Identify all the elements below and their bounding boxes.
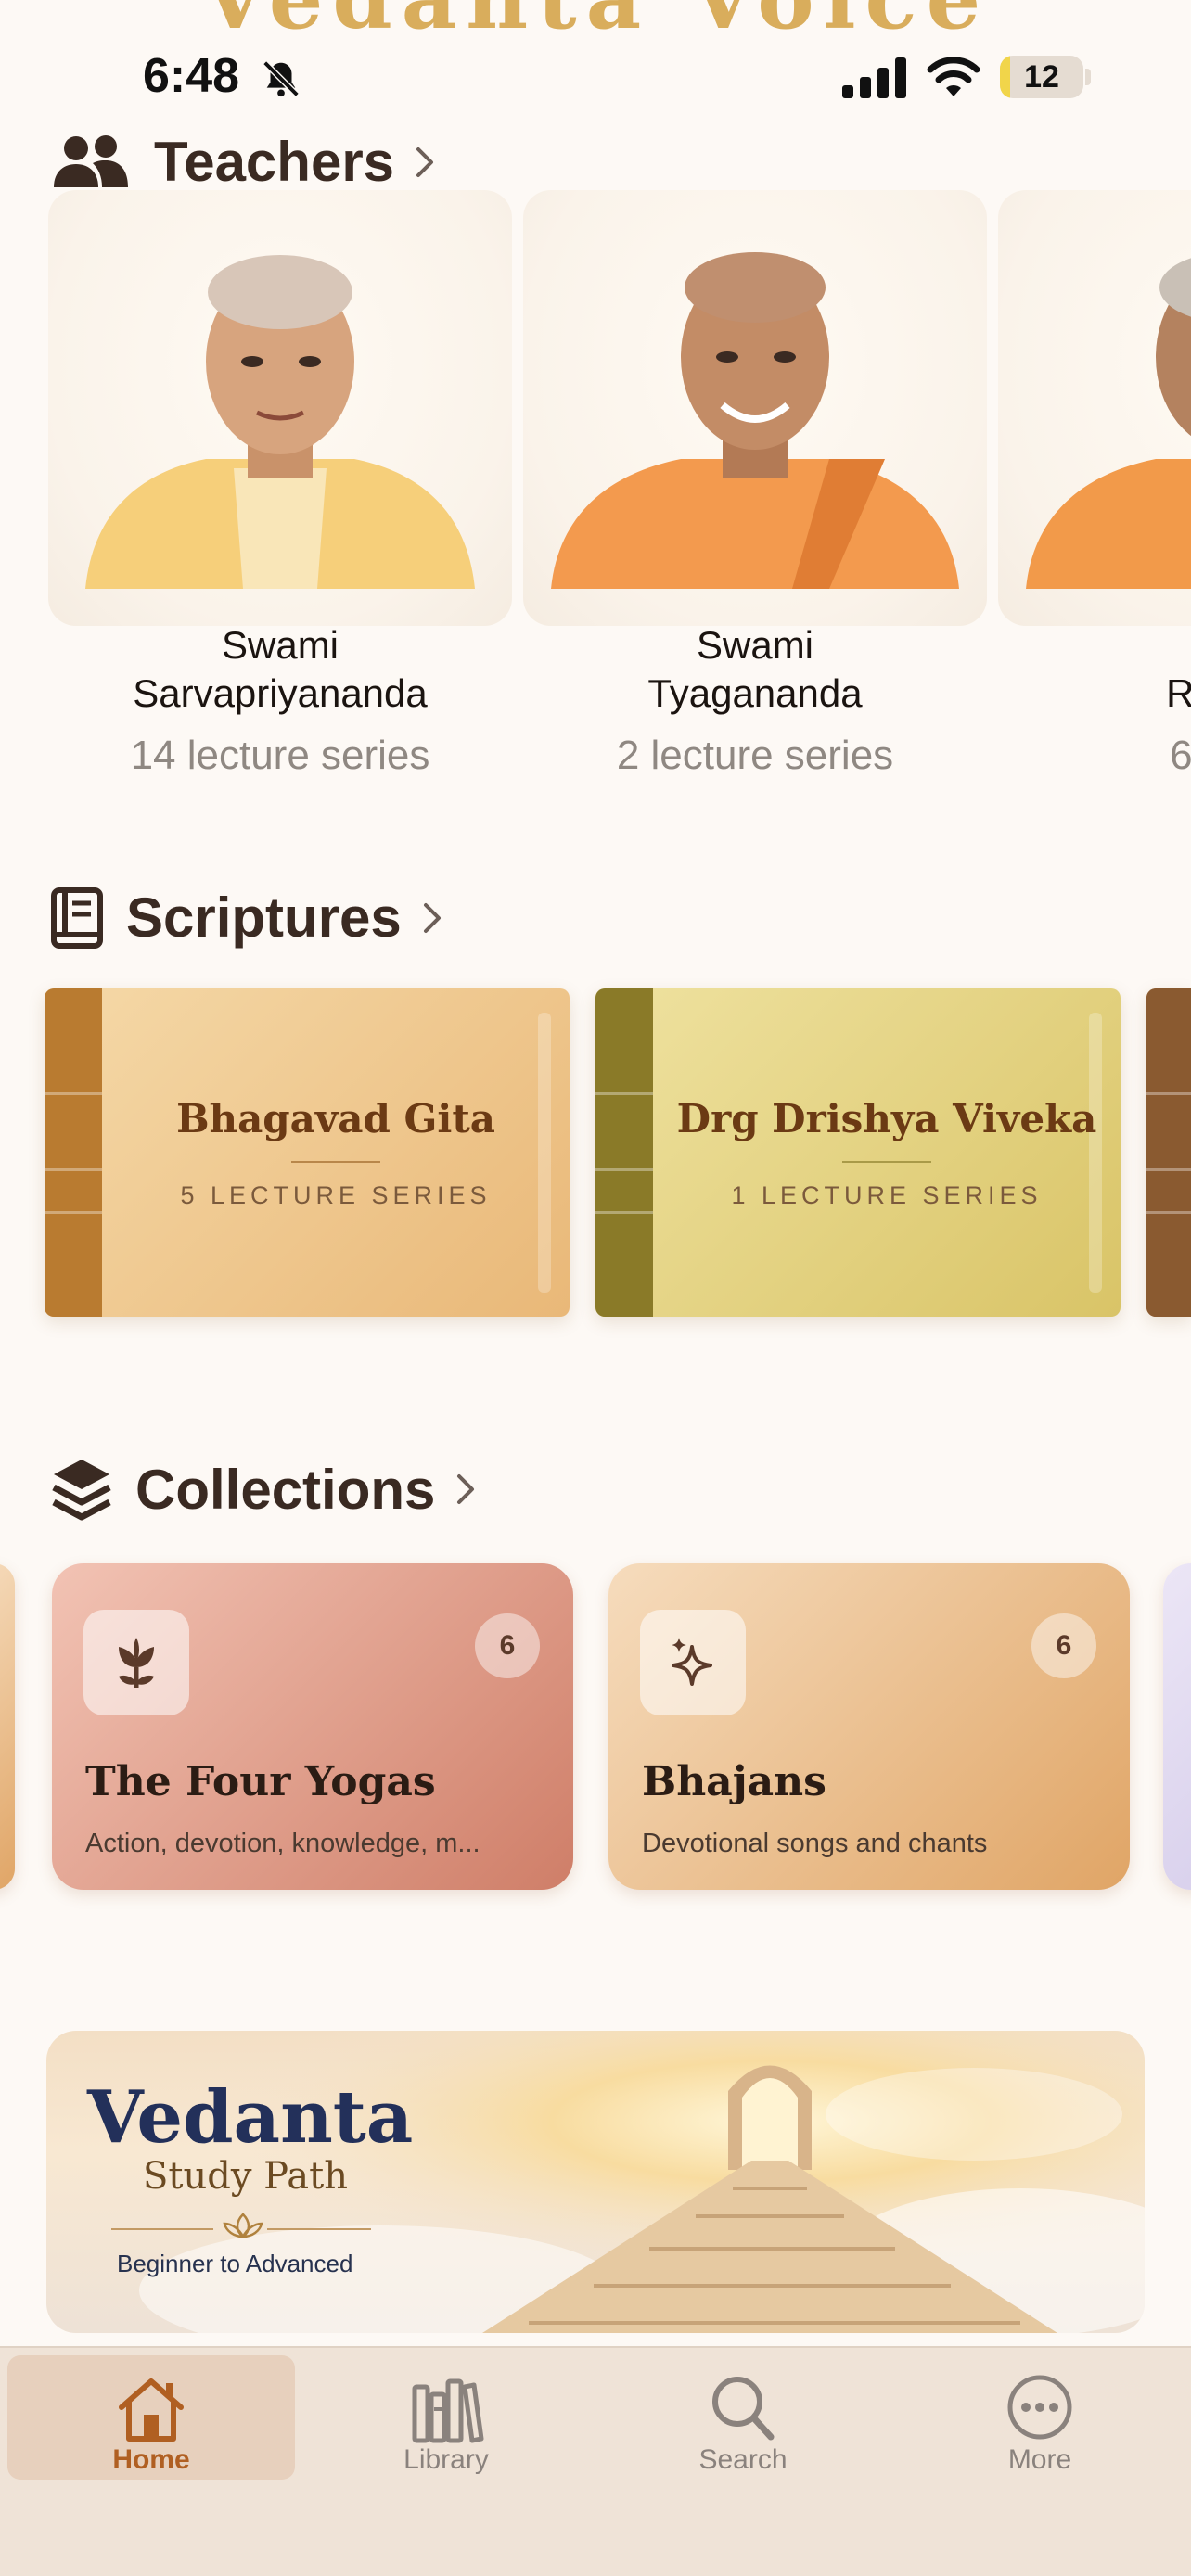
tab-bar: Home Library Search More xyxy=(0,2346,1191,2576)
collection-count-badge: 6 xyxy=(1031,1613,1096,1678)
scriptures-title: Scriptures xyxy=(126,886,402,949)
status-bar: 6:48 12 xyxy=(0,37,1191,121)
tab-library-label: Library xyxy=(403,2444,489,2475)
collection-card-partial[interactable] xyxy=(1163,1563,1191,1890)
tab-library[interactable]: Library xyxy=(302,2355,590,2480)
chevron-right-icon xyxy=(423,902,441,933)
scripture-title: Drg Drishya Viveka xyxy=(676,1096,1097,1141)
home-icon xyxy=(119,2378,184,2442)
lotus-icon xyxy=(223,2213,263,2238)
tab-search[interactable]: Search xyxy=(599,2355,887,2480)
sparkle-icon xyxy=(672,1638,712,1686)
collection-description: Devotional songs and chants xyxy=(642,1829,988,1858)
status-time: 6:48 xyxy=(143,49,240,103)
collections-title: Collections xyxy=(135,1458,436,1521)
scripture-card[interactable] xyxy=(1146,988,1191,1317)
teacher-series-count: 2 lecture series xyxy=(616,733,894,778)
banner-title: Vedanta xyxy=(87,2075,414,2160)
book-spine xyxy=(596,988,653,1317)
scriptures-header[interactable]: Scriptures xyxy=(50,886,442,950)
scripture-title: Bhagavad Gita xyxy=(176,1096,495,1141)
tab-search-label: Search xyxy=(698,2444,788,2475)
banner-tagline: Beginner to Advanced xyxy=(117,2250,353,2277)
chevron-right-icon xyxy=(457,1474,475,1504)
tab-home-label: Home xyxy=(112,2444,190,2475)
collection-card[interactable]: 6 The Four Yogas Action, devotion, knowl… xyxy=(52,1563,573,1890)
teacher-photo xyxy=(998,190,1191,626)
scripture-series-count: 5 LECTURE SERIES xyxy=(180,1181,492,1209)
teachers-header[interactable]: Teachers xyxy=(50,130,435,194)
home-screen: Vedanta Voice 6:48 12 xyxy=(0,0,1191,2576)
collection-card[interactable]: 6 Bhajans Devotional songs and chants xyxy=(608,1563,1130,1890)
book-spine xyxy=(1146,988,1191,1317)
wifi-icon xyxy=(927,57,980,96)
search-icon xyxy=(712,2377,775,2441)
library-icon xyxy=(412,2378,484,2443)
collections-header[interactable]: Collections xyxy=(50,1456,476,1523)
scripture-card[interactable]: Bhagavad Gita 5 LECTURE SERIES xyxy=(45,988,570,1317)
teacher-card[interactable]: S Rangar 6 lectu xyxy=(998,190,1191,784)
banner-subtitle: Study Path xyxy=(143,2155,348,2198)
teacher-series-count: 6 lectu xyxy=(1170,733,1191,778)
more-icon xyxy=(1007,2375,1072,2440)
collection-icon-box xyxy=(640,1610,746,1715)
collection-card-partial[interactable] xyxy=(0,1563,15,1890)
collection-icon-box xyxy=(83,1610,189,1715)
teacher-name: Swami Sarvapriyananda xyxy=(133,623,428,715)
layers-icon xyxy=(52,1460,111,1521)
study-path-banner[interactable]: Vedanta Study Path Beginner to Advanced xyxy=(46,2031,1145,2333)
cellular-signal-icon xyxy=(842,57,906,98)
collection-title: The Four Yogas xyxy=(85,1758,436,1805)
teacher-name: Swami Tyagananda xyxy=(647,623,863,715)
scripture-series-count: 1 LECTURE SERIES xyxy=(731,1181,1043,1209)
tab-home[interactable]: Home xyxy=(7,2355,295,2480)
teacher-name: S Rangar xyxy=(1166,671,1191,715)
teacher-photo xyxy=(523,190,987,626)
collection-title: Bhajans xyxy=(642,1758,826,1805)
tab-more[interactable]: More xyxy=(896,2355,1184,2480)
bell-muted-icon xyxy=(263,60,300,97)
collection-count-badge: 6 xyxy=(475,1613,540,1678)
teacher-photo xyxy=(48,190,512,626)
people-icon xyxy=(54,134,128,187)
battery-level: 12 xyxy=(1024,59,1059,95)
tab-more-label: More xyxy=(1007,2444,1072,2475)
battery-indicator: 12 xyxy=(1000,56,1083,98)
teachers-title: Teachers xyxy=(154,131,395,193)
teacher-series-count: 14 lecture series xyxy=(130,733,430,778)
collection-description: Action, devotion, knowledge, m... xyxy=(85,1829,480,1858)
scripture-card[interactable]: Drg Drishya Viveka 1 LECTURE SERIES xyxy=(596,988,1121,1317)
chevron-right-icon xyxy=(416,147,434,177)
lotus-icon xyxy=(119,1638,154,1688)
book-spine xyxy=(45,988,102,1317)
book-icon xyxy=(51,886,103,949)
